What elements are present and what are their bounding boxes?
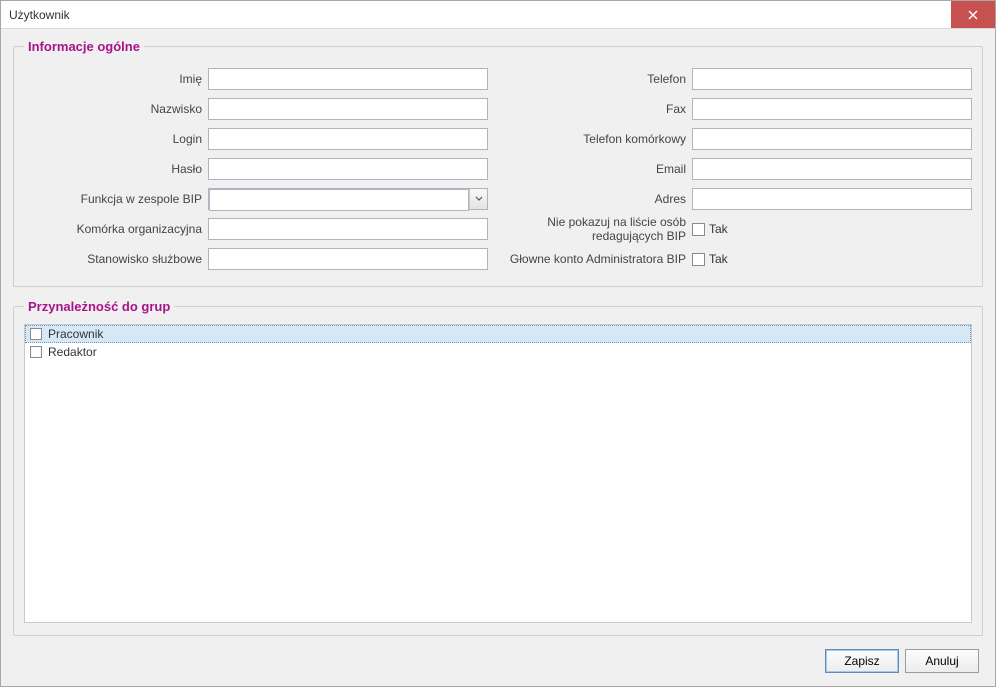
input-login[interactable] bbox=[208, 128, 488, 150]
close-button[interactable] bbox=[951, 1, 995, 28]
text-nie-pokazuj-tak: Tak bbox=[709, 222, 728, 236]
row-haslo: Hasło bbox=[24, 157, 488, 181]
input-telefon[interactable] bbox=[692, 68, 972, 90]
input-tel-kom[interactable] bbox=[692, 128, 972, 150]
chevron-down-icon bbox=[475, 196, 483, 202]
row-imie: Imię bbox=[24, 67, 488, 91]
input-adres[interactable] bbox=[692, 188, 972, 210]
combo-funkcja-input[interactable] bbox=[209, 189, 469, 211]
general-info-legend: Informacje ogólne bbox=[24, 39, 144, 54]
row-komorka: Komórka organizacyjna bbox=[24, 217, 488, 241]
group-item-label: Pracownik bbox=[48, 327, 103, 341]
row-telefon: Telefon bbox=[508, 67, 972, 91]
general-info-grid: Imię Nazwisko Login Hasło bbox=[24, 64, 972, 274]
text-glowne-konto-tak: Tak bbox=[709, 252, 728, 266]
row-adres: Adres bbox=[508, 187, 972, 211]
label-imie: Imię bbox=[58, 72, 208, 86]
cancel-button[interactable]: Anuluj bbox=[905, 649, 979, 673]
row-nazwisko: Nazwisko bbox=[24, 97, 488, 121]
input-email[interactable] bbox=[692, 158, 972, 180]
checkbox-group-redaktor[interactable] bbox=[30, 346, 42, 358]
label-telefon: Telefon bbox=[542, 72, 692, 86]
label-nazwisko: Nazwisko bbox=[58, 102, 208, 116]
label-komorka: Komórka organizacyjna bbox=[58, 222, 208, 236]
row-fax: Fax bbox=[508, 97, 972, 121]
list-item[interactable]: Pracownik bbox=[25, 325, 971, 343]
input-imie[interactable] bbox=[208, 68, 488, 90]
row-stanowisko: Stanowisko służbowe bbox=[24, 247, 488, 271]
input-stanowisko[interactable] bbox=[208, 248, 488, 270]
list-item[interactable]: Redaktor bbox=[25, 343, 971, 361]
checkbox-group-pracownik[interactable] bbox=[30, 328, 42, 340]
group-membership: Przynależność do grup Pracownik Redaktor bbox=[13, 299, 983, 636]
dialog-body: Informacje ogólne Imię Nazwisko Login bbox=[1, 29, 995, 686]
window-title: Użytkownik bbox=[9, 8, 951, 22]
general-info-group: Informacje ogólne Imię Nazwisko Login bbox=[13, 39, 983, 287]
group-list[interactable]: Pracownik Redaktor bbox=[24, 324, 972, 623]
left-column: Imię Nazwisko Login Hasło bbox=[24, 64, 488, 274]
label-funkcja: Funkcja w zespole BIP bbox=[58, 192, 208, 206]
save-button[interactable]: Zapisz bbox=[825, 649, 899, 673]
label-stanowisko: Stanowisko służbowe bbox=[58, 252, 208, 266]
row-glowne-konto: Głowne konto Administratora BIP Tak bbox=[508, 247, 972, 271]
label-nie-pokazuj: Nie pokazuj na liście osób redagujących … bbox=[508, 215, 692, 243]
checkbox-glowne-konto[interactable] bbox=[692, 253, 705, 266]
row-login: Login bbox=[24, 127, 488, 151]
label-haslo: Hasło bbox=[58, 162, 208, 176]
label-email: Email bbox=[542, 162, 692, 176]
label-glowne-konto: Głowne konto Administratora BIP bbox=[510, 252, 692, 266]
label-adres: Adres bbox=[542, 192, 692, 206]
close-icon bbox=[968, 10, 978, 20]
row-funkcja: Funkcja w zespole BIP bbox=[24, 187, 488, 211]
input-fax[interactable] bbox=[692, 98, 972, 120]
label-login: Login bbox=[58, 132, 208, 146]
combo-funkcja-button[interactable] bbox=[469, 189, 487, 209]
label-fax: Fax bbox=[542, 102, 692, 116]
row-nie-pokazuj: Nie pokazuj na liście osób redagujących … bbox=[508, 217, 972, 241]
group-item-label: Redaktor bbox=[48, 345, 97, 359]
checkbox-nie-pokazuj[interactable] bbox=[692, 223, 705, 236]
row-email: Email bbox=[508, 157, 972, 181]
input-komorka[interactable] bbox=[208, 218, 488, 240]
group-membership-legend: Przynależność do grup bbox=[24, 299, 174, 314]
dialog-footer: Zapisz Anuluj bbox=[13, 644, 983, 678]
user-dialog: Użytkownik Informacje ogólne Imię Nazwis… bbox=[0, 0, 996, 687]
input-nazwisko[interactable] bbox=[208, 98, 488, 120]
input-haslo[interactable] bbox=[208, 158, 488, 180]
row-tel-kom: Telefon komórkowy bbox=[508, 127, 972, 151]
label-tel-kom: Telefon komórkowy bbox=[542, 132, 692, 146]
titlebar: Użytkownik bbox=[1, 1, 995, 29]
right-column: Telefon Fax Telefon komórkowy Email bbox=[508, 64, 972, 274]
combo-funkcja[interactable] bbox=[208, 188, 488, 210]
